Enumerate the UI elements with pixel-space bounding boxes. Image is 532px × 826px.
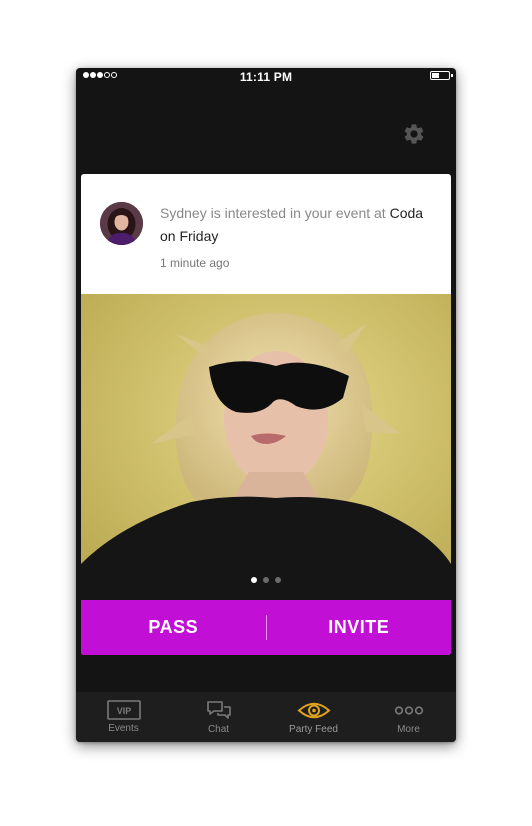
- tab-bar: VIP Events Chat Party Feed More: [76, 692, 456, 742]
- phone-screen: 11:11 PM Sydney is interested in your ev…: [76, 68, 456, 742]
- invite-button[interactable]: INVITE: [267, 600, 452, 655]
- pager-dot-active[interactable]: [251, 577, 257, 583]
- pass-button[interactable]: PASS: [81, 600, 266, 655]
- eye-icon: [297, 702, 330, 719]
- notification-card: Sydney is interested in your event at Co…: [81, 174, 451, 655]
- chat-icon: [206, 701, 231, 719]
- tab-label-more: More: [397, 724, 420, 735]
- tab-party-feed[interactable]: Party Feed: [266, 692, 361, 742]
- carousel-pager[interactable]: [81, 577, 451, 583]
- vip-icon: VIP: [106, 700, 141, 720]
- pager-dot[interactable]: [275, 577, 281, 583]
- battery-icon: [430, 71, 453, 80]
- action-bar: PASS INVITE: [81, 600, 451, 655]
- tab-events[interactable]: VIP Events: [76, 692, 171, 742]
- tab-more[interactable]: More: [361, 692, 456, 742]
- tab-label-chat: Chat: [207, 724, 230, 735]
- profile-photo[interactable]: [81, 294, 451, 600]
- settings-gear-icon[interactable]: [402, 122, 426, 146]
- notification-message: Sydney is interested in your event at Co…: [160, 202, 435, 248]
- status-time: 11:11 PM: [239, 70, 293, 84]
- tab-chat[interactable]: Chat: [171, 692, 266, 742]
- tab-label-party-feed: Party Feed: [289, 724, 338, 735]
- pager-dot[interactable]: [263, 577, 269, 583]
- tab-label-events: Events: [108, 723, 139, 734]
- avatar[interactable]: [100, 202, 143, 245]
- status-bar: 11:11 PM: [76, 68, 456, 86]
- more-icon: [394, 706, 423, 715]
- notification-prefix: Sydney is interested in your event at: [160, 205, 390, 221]
- vip-badge-text: VIP: [116, 706, 131, 716]
- notification-timestamp: 1 minute ago: [160, 256, 230, 270]
